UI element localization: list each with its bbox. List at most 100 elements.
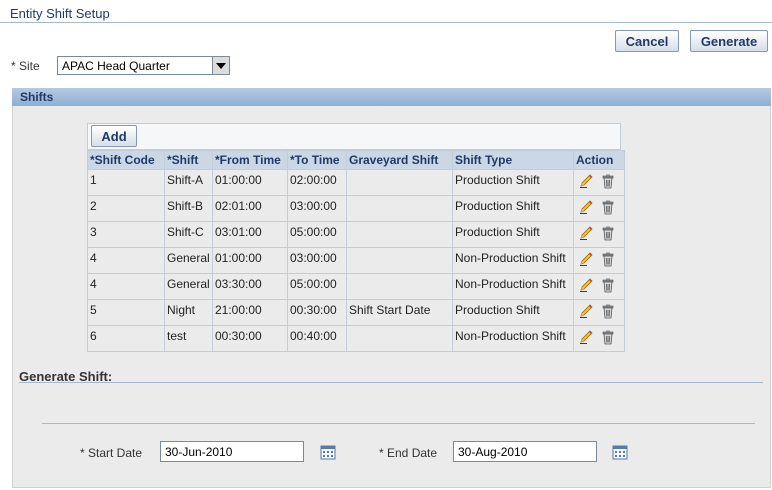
cell-from-time: 01:00:00 <box>212 247 288 274</box>
cell-from-time: 02:01:00 <box>212 195 288 222</box>
generate-button[interactable]: Generate <box>690 30 768 52</box>
dropdown-arrow-icon[interactable] <box>212 57 229 74</box>
pencil-icon[interactable] <box>578 173 594 189</box>
trash-icon[interactable] <box>600 277 616 293</box>
cell-from-time: 03:01:00 <box>212 221 288 248</box>
cell-to-time: 05:00:00 <box>287 273 347 300</box>
pencil-icon[interactable] <box>578 251 594 267</box>
cell-shift-type: Production Shift <box>452 195 574 222</box>
cell-from-time: 00:30:00 <box>212 325 288 352</box>
cancel-button[interactable]: Cancel <box>615 30 679 52</box>
cell-shift-code: 2 <box>87 195 165 222</box>
cell-graveyard-shift <box>346 195 453 222</box>
cell-shift-code: 4 <box>87 273 165 300</box>
table-row: 5 Night 21:00:00 00:30:00 Shift Start Date Pr… <box>87 299 625 326</box>
site-select-value: APAC Head Quarter <box>62 59 170 73</box>
cell-action <box>573 247 625 274</box>
cell-shift-type: Non-Production Shift <box>452 273 574 300</box>
cell-to-time: 00:30:00 <box>287 299 347 326</box>
page-title: Entity Shift Setup <box>10 6 110 21</box>
site-label: * Site <box>11 59 40 73</box>
cell-graveyard-shift <box>346 169 453 196</box>
cell-action <box>573 273 625 300</box>
trash-icon[interactable] <box>600 251 616 267</box>
cell-shift-code: 4 <box>87 247 165 274</box>
cell-shift-type: Production Shift <box>452 169 574 196</box>
cell-graveyard-shift <box>346 247 453 274</box>
cell-to-time: 00:40:00 <box>287 325 347 352</box>
cell-shift-type: Non-Production Shift <box>452 325 574 352</box>
end-date-input[interactable]: 30-Aug-2010 <box>453 441 597 462</box>
calendar-icon[interactable] <box>612 444 628 460</box>
cell-from-time: 01:00:00 <box>212 169 288 196</box>
trash-icon[interactable] <box>600 225 616 241</box>
cell-to-time: 02:00:00 <box>287 169 347 196</box>
page-header: Entity Shift Setup <box>0 0 772 24</box>
shifts-section-title: Shifts <box>20 90 54 104</box>
cell-from-time: 21:00:00 <box>212 299 288 326</box>
column-header-action: Action <box>573 150 625 170</box>
cell-shift-code: 5 <box>87 299 165 326</box>
cell-shift-type: Production Shift <box>452 221 574 248</box>
pencil-icon[interactable] <box>578 329 594 345</box>
cell-action <box>573 169 625 196</box>
cell-shift-type: Production Shift <box>452 299 574 326</box>
cell-shift: Shift-C <box>164 221 213 248</box>
cell-shift-code: 1 <box>87 169 165 196</box>
start-date-input[interactable]: 30-Jun-2010 <box>160 441 304 462</box>
cell-to-time: 03:00:00 <box>287 247 347 274</box>
trash-icon[interactable] <box>600 173 616 189</box>
table-row: 3 Shift-C 03:01:00 05:00:00 Production Shift <box>87 221 625 248</box>
cell-graveyard-shift <box>346 273 453 300</box>
trash-icon[interactable] <box>600 303 616 319</box>
pencil-icon[interactable] <box>578 199 594 215</box>
generate-inner-divider <box>42 423 755 424</box>
cell-from-time: 03:30:00 <box>212 273 288 300</box>
shifts-section-header: Shifts <box>12 88 771 106</box>
shifts-table: *Shift Code *Shift *From Time *To Time G… <box>87 150 625 352</box>
column-header-from-time: *From Time <box>212 150 288 170</box>
table-row: 4 General 03:30:00 05:00:00 Non-Production S… <box>87 273 625 300</box>
end-date-label: * End Date <box>379 446 438 460</box>
column-header-graveyard-shift: Graveyard Shift <box>346 150 453 170</box>
column-header-shift-code: *Shift Code <box>87 150 165 170</box>
pencil-icon[interactable] <box>578 225 594 241</box>
table-row: 4 General 01:00:00 03:00:00 Non-Production S… <box>87 247 625 274</box>
generate-divider <box>19 382 763 383</box>
cell-shift: Shift-A <box>164 169 213 196</box>
cell-shift: test <box>164 325 213 352</box>
cell-to-time: 05:00:00 <box>287 221 347 248</box>
column-header-shift: *Shift <box>164 150 213 170</box>
trash-icon[interactable] <box>600 329 616 345</box>
trash-icon[interactable] <box>600 199 616 215</box>
end-date-value: 30-Aug-2010 <box>458 445 528 459</box>
cell-graveyard-shift: Shift Start Date <box>346 299 453 326</box>
cell-action <box>573 221 625 248</box>
table-row: 2 Shift-B 02:01:00 03:00:00 Production Shift <box>87 195 625 222</box>
cell-shift: General <box>164 273 213 300</box>
cell-shift: General <box>164 247 213 274</box>
column-header-shift-type: Shift Type <box>452 150 574 170</box>
cell-shift: Shift-B <box>164 195 213 222</box>
start-date-value: 30-Jun-2010 <box>165 445 233 459</box>
start-date-label: * Start Date <box>80 446 143 460</box>
pencil-icon[interactable] <box>578 277 594 293</box>
pencil-icon[interactable] <box>578 303 594 319</box>
cell-graveyard-shift <box>346 221 453 248</box>
cell-shift-code: 6 <box>87 325 165 352</box>
header-divider <box>0 22 772 23</box>
cell-action <box>573 299 625 326</box>
cell-action <box>573 195 625 222</box>
calendar-icon[interactable] <box>320 444 336 460</box>
cell-shift: Night <box>164 299 213 326</box>
table-row: 1 Shift-A 01:00:00 02:00:00 Production Shift <box>87 169 625 196</box>
cell-action <box>573 325 625 352</box>
cell-graveyard-shift <box>346 325 453 352</box>
cell-to-time: 03:00:00 <box>287 195 347 222</box>
site-select[interactable]: APAC Head Quarter <box>57 56 230 75</box>
table-row: 6 test 00:30:00 00:40:00 Non-Production Shif… <box>87 325 625 352</box>
column-header-to-time: *To Time <box>287 150 347 170</box>
add-shift-button[interactable]: Add <box>91 125 137 147</box>
table-toolbar <box>87 123 621 150</box>
cell-shift-code: 3 <box>87 221 165 248</box>
